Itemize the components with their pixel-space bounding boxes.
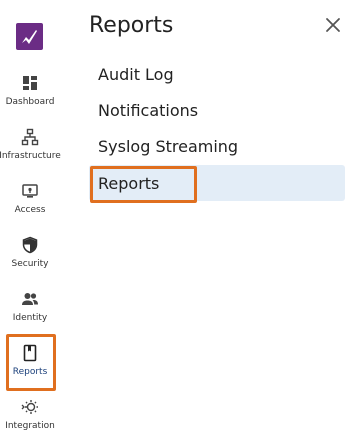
app-logo[interactable] bbox=[16, 23, 43, 50]
nav-label-security: Security bbox=[11, 259, 49, 269]
nav-label-reports: Reports bbox=[12, 367, 48, 377]
nav-item-security[interactable]: Security bbox=[0, 236, 60, 286]
menu-item-notifications[interactable]: Notifications bbox=[89, 92, 345, 128]
dashboard-icon bbox=[23, 76, 37, 90]
logo-mark-icon bbox=[22, 30, 37, 44]
nav-item-identity[interactable]: Identity bbox=[0, 290, 60, 340]
nav-item-reports[interactable]: Reports bbox=[0, 344, 60, 394]
nav-label-infrastructure: Infrastructure bbox=[0, 151, 61, 161]
shield-icon bbox=[22, 236, 38, 254]
access-icon bbox=[22, 184, 38, 198]
nav-label-integration: Integration bbox=[5, 421, 55, 431]
people-icon bbox=[22, 293, 38, 305]
nav-item-infrastructure[interactable]: Infrastructure bbox=[0, 128, 61, 178]
panel-title: Reports bbox=[89, 13, 174, 38]
reports-icon bbox=[23, 344, 37, 362]
menu-item-syslog-streaming[interactable]: Syslog Streaming bbox=[89, 128, 345, 164]
menu-item-reports[interactable]: Reports bbox=[89, 165, 345, 201]
nav-item-integration[interactable]: Integration bbox=[0, 398, 60, 438]
menu-item-audit-log[interactable]: Audit Log bbox=[89, 56, 345, 92]
nav-label-identity: Identity bbox=[12, 313, 48, 323]
nav-item-dashboard[interactable]: Dashboard bbox=[0, 74, 60, 124]
nav-label-access: Access bbox=[14, 205, 46, 215]
nav-item-access[interactable]: Access bbox=[0, 182, 60, 232]
close-icon bbox=[326, 18, 340, 32]
nav-label-dashboard: Dashboard bbox=[5, 97, 55, 107]
side-navigation-rail: Dashboard Infrastructure Access Security bbox=[0, 0, 61, 438]
infrastructure-icon bbox=[21, 128, 39, 146]
close-button[interactable] bbox=[324, 16, 342, 34]
integration-icon bbox=[21, 400, 38, 414]
